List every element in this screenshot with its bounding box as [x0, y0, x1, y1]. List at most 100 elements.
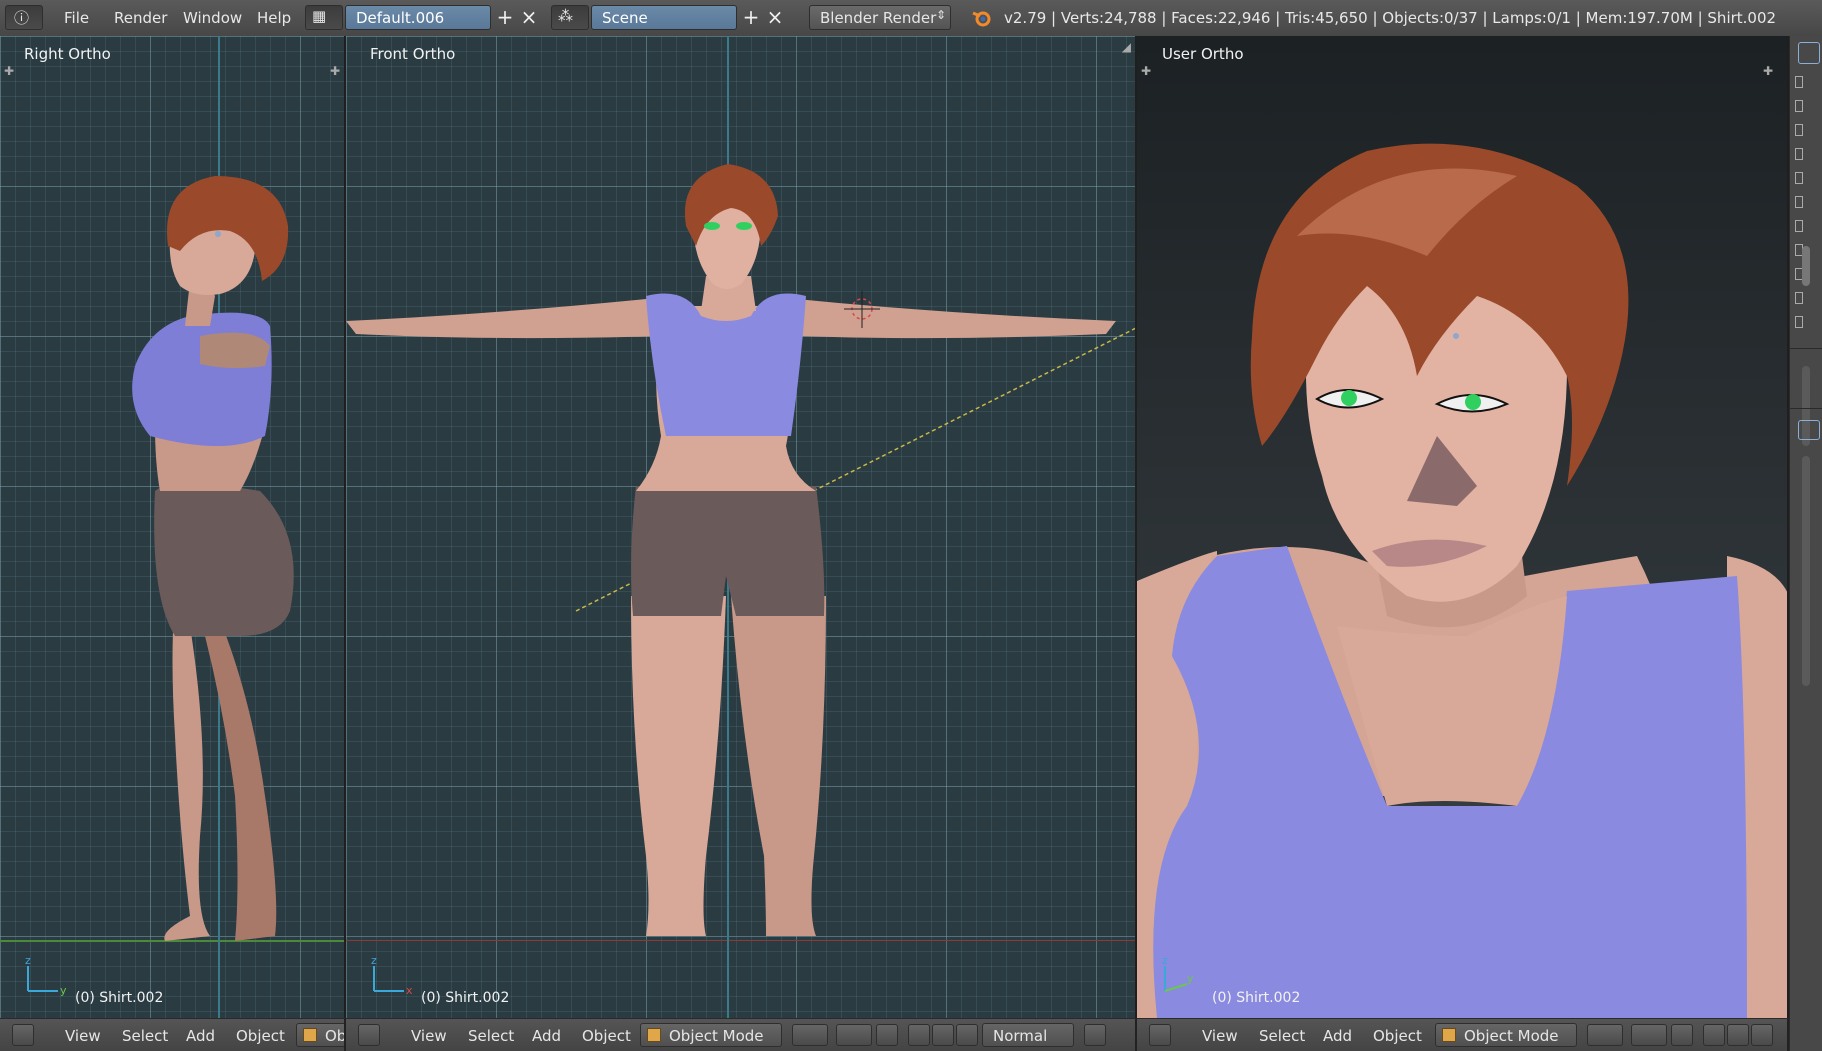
- info-icon: ⓘ: [14, 9, 30, 27]
- add-scene-button[interactable]: +: [740, 6, 762, 29]
- character-front-view: [346, 164, 1135, 936]
- transform-orientation-dropdown[interactable]: Normal: [982, 1023, 1074, 1047]
- svg-text:z: z: [25, 956, 31, 967]
- tool-tab-icon[interactable]: [1795, 316, 1803, 328]
- orientation-label: Normal: [993, 1027, 1048, 1045]
- mode-dropdown[interactable]: Ob: [296, 1023, 346, 1047]
- pivot-point-icon[interactable]: [836, 1024, 872, 1046]
- active-object-label: (0) Shirt.002: [75, 990, 164, 1006]
- scrollbar[interactable]: [1802, 456, 1810, 686]
- tool-tab-icon[interactable]: [1795, 100, 1803, 112]
- viewport-header-left: View Select Add Object Ob: [0, 1018, 346, 1051]
- scale-manipulator-icon[interactable]: [1751, 1024, 1773, 1046]
- viewport-header-middle: View Select Add Object Object Mode Norma…: [346, 1018, 1137, 1051]
- tool-tab-icon[interactable]: [1795, 292, 1803, 304]
- mode-label: Ob: [325, 1027, 346, 1045]
- menu-view[interactable]: View: [411, 1027, 447, 1045]
- translate-manipulator-icon[interactable]: [1703, 1024, 1725, 1046]
- mode-dropdown[interactable]: Object Mode: [1435, 1023, 1577, 1047]
- layers-icon[interactable]: [1084, 1024, 1106, 1046]
- pivot-point-icon[interactable]: [1631, 1024, 1667, 1046]
- viewport-right-ortho[interactable]: Right Ortho ✚ ✚ z y (0) Shirt.002: [0, 36, 346, 1018]
- menu-view[interactable]: View: [1202, 1027, 1238, 1045]
- delete-scene-button[interactable]: ×: [764, 6, 786, 29]
- menu-render[interactable]: Render: [114, 9, 167, 27]
- scene-name: Scene: [602, 9, 648, 27]
- viewport-user-ortho[interactable]: User Ortho ✚ ✚ z y (0) Shirt.002: [1137, 36, 1789, 1018]
- menu-select[interactable]: Select: [122, 1027, 168, 1045]
- object-mode-cube-icon: [647, 1028, 661, 1042]
- scene-statistics: v2.79 | Verts:24,788 | Faces:22,946 | Tr…: [1004, 9, 1777, 27]
- character-closeup-view: [1137, 143, 1787, 1018]
- manipulator-toggle-icon[interactable]: [1671, 1024, 1693, 1046]
- mode-dropdown[interactable]: Object Mode: [640, 1023, 782, 1047]
- editor-type-3d-view-icon[interactable]: [12, 1024, 34, 1046]
- chevron-updown-icon: ⇕: [936, 8, 947, 22]
- svg-text:x: x: [406, 984, 413, 996]
- menu-add[interactable]: Add: [186, 1027, 215, 1045]
- tool-tab-icon[interactable]: [1795, 148, 1803, 160]
- viewport-shading-icon[interactable]: [792, 1024, 828, 1046]
- screen-layout-field[interactable]: Default.006: [345, 5, 491, 30]
- active-object-label: (0) Shirt.002: [421, 990, 510, 1006]
- render-engine-label: Blender Render: [820, 9, 937, 27]
- properties-side-strip[interactable]: [1789, 36, 1822, 1051]
- axis-gizmo: z x: [371, 956, 413, 996]
- screen-layout-selector[interactable]: ▦: [305, 5, 343, 30]
- editor-type-3d-view-icon[interactable]: [1149, 1024, 1171, 1046]
- menu-add[interactable]: Add: [1323, 1027, 1352, 1045]
- add-layout-button[interactable]: +: [494, 6, 516, 29]
- viewport-header-right: View Select Add Object Object Mode: [1137, 1018, 1789, 1051]
- tool-tab-icon[interactable]: [1795, 220, 1803, 232]
- render-engine-dropdown[interactable]: Blender Render ⇕: [809, 5, 951, 30]
- tool-tab-icon[interactable]: [1795, 172, 1803, 184]
- tool-tab-icon[interactable]: [1795, 196, 1803, 208]
- menu-select[interactable]: Select: [1259, 1027, 1305, 1045]
- manipulator-toggle-icon[interactable]: [876, 1024, 898, 1046]
- screen-layout-name: Default.006: [356, 9, 445, 27]
- axis-gizmo: z y: [25, 956, 67, 996]
- layout-grid-icon: ▦: [312, 7, 327, 25]
- menu-select[interactable]: Select: [468, 1027, 514, 1045]
- scene-selector[interactable]: ⁂: [551, 5, 589, 30]
- svg-text:z: z: [1162, 956, 1168, 967]
- blender-logo-icon: [972, 11, 991, 27]
- object-mode-cube-icon: [303, 1028, 317, 1042]
- tool-tab-icon[interactable]: [1795, 124, 1803, 136]
- viewport-front-ortho[interactable]: Front Ortho ◢ z x (0) Shirt.002: [346, 36, 1137, 1018]
- axis-gizmo: z y: [1162, 956, 1194, 992]
- svg-text:y: y: [1187, 972, 1194, 985]
- scene-icon: ⁂: [558, 7, 573, 25]
- menu-window[interactable]: Window: [183, 9, 242, 27]
- properties-panel-icon[interactable]: [1798, 42, 1820, 64]
- active-object-label: (0) Shirt.002: [1212, 990, 1301, 1006]
- menu-help[interactable]: Help: [257, 9, 291, 27]
- menu-view[interactable]: View: [65, 1027, 101, 1045]
- viewport-shading-icon[interactable]: [1587, 1024, 1623, 1046]
- svg-text:y: y: [60, 984, 67, 996]
- translate-manipulator-icon[interactable]: [908, 1024, 930, 1046]
- scale-manipulator-icon[interactable]: [956, 1024, 978, 1046]
- menu-object[interactable]: Object: [236, 1027, 285, 1045]
- divider: [1790, 408, 1822, 409]
- menu-add[interactable]: Add: [532, 1027, 561, 1045]
- rotate-manipulator-icon[interactable]: [932, 1024, 954, 1046]
- info-header: ⓘ File Render Window Help ▦ Default.006 …: [0, 0, 1822, 37]
- menu-object[interactable]: Object: [1373, 1027, 1422, 1045]
- menu-file[interactable]: File: [64, 9, 89, 27]
- object-mode-cube-icon: [1442, 1028, 1456, 1042]
- delete-layout-button[interactable]: ×: [518, 6, 540, 29]
- character-side-view: [132, 176, 294, 941]
- mode-label: Object Mode: [669, 1027, 764, 1045]
- outliner-icon[interactable]: [1798, 420, 1820, 440]
- editor-type-info-button[interactable]: ⓘ: [5, 5, 43, 30]
- mode-label: Object Mode: [1464, 1027, 1559, 1045]
- scene-field[interactable]: Scene: [591, 5, 737, 30]
- svg-text:z: z: [371, 956, 377, 967]
- tool-tab-icon[interactable]: [1795, 76, 1803, 88]
- scrollbar[interactable]: [1802, 246, 1810, 286]
- editor-type-3d-view-icon[interactable]: [358, 1024, 380, 1046]
- divider: [1790, 348, 1822, 349]
- menu-object[interactable]: Object: [582, 1027, 631, 1045]
- rotate-manipulator-icon[interactable]: [1727, 1024, 1749, 1046]
